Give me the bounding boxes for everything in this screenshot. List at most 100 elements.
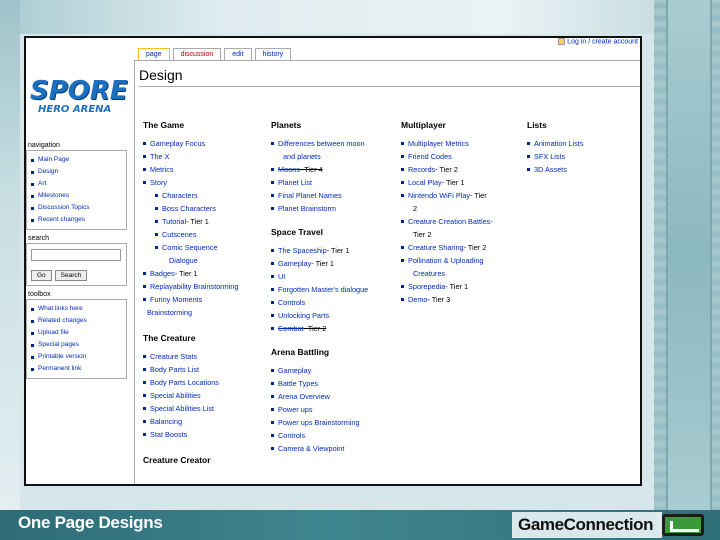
link-combat[interactable]: Combat - Tier 2 [271, 322, 397, 335]
link-friend-codes[interactable]: Friend Codes [401, 150, 523, 163]
link-arena-controls[interactable]: Controls [271, 429, 397, 442]
go-button[interactable]: Go [31, 270, 52, 281]
sidebar-item-label: Art [38, 180, 47, 187]
spore-logo[interactable]: SPORE HERO ARENA [30, 76, 128, 148]
link-pollination-cont[interactable]: Creatures [401, 267, 523, 280]
link-creature-stats[interactable]: Creature Stats [143, 350, 267, 363]
wifi-tier-cont: 2 [413, 204, 418, 213]
link-creature-creation-battles[interactable]: Creature Creation Battles - [401, 215, 523, 228]
link-body-parts-list[interactable]: Body Parts List [143, 363, 267, 376]
heading-lists: Lists [527, 120, 547, 130]
link-power-ups-brainstorming[interactable]: Power ups Brainstorming [271, 416, 397, 429]
sidebar-item-recent-changes[interactable]: Recent changes [31, 214, 124, 226]
link-body-parts-locations[interactable]: Body Parts Locations [143, 376, 267, 389]
link-differences-moon-planets[interactable]: Differences between moon [271, 137, 397, 150]
link-cutscenes[interactable]: Cutscenes [143, 228, 267, 241]
tier-label: - Tier [470, 191, 487, 200]
search-button[interactable]: Search [54, 270, 88, 281]
link-demo[interactable]: Demo - Tier 3 [401, 293, 523, 306]
link-moons[interactable]: Moons - Tier 4 [271, 163, 397, 176]
link-planet-brainstorm[interactable]: Planet Brainstorm [271, 202, 397, 215]
link-gameplay-focus[interactable]: Gameplay Focus [143, 137, 267, 150]
title-divider [139, 86, 640, 87]
sidebar-item-main-page[interactable]: Main Page [31, 154, 124, 166]
link-text: Body Parts Locations [150, 378, 219, 387]
slide-title: One Page Designs [18, 513, 163, 532]
link-differences-cont[interactable]: and planets [271, 150, 397, 163]
sidebar-item-milestones[interactable]: Milestones [31, 190, 124, 202]
link-arena-gameplay[interactable]: Gameplay [271, 364, 397, 377]
link-text: Sporepedia [408, 282, 446, 291]
link-unlocking-parts[interactable]: Unlocking Parts [271, 309, 397, 322]
link-comic-sequence-cont[interactable]: Dialogue [143, 254, 267, 267]
link-records[interactable]: Records - Tier 2 [401, 163, 523, 176]
link-funny-moments-cont[interactable]: Brainstorming [143, 306, 267, 319]
link-animation-lists[interactable]: Animation Lists [527, 137, 637, 150]
toolbox-related-changes[interactable]: Related changes [31, 315, 124, 327]
link-special-abilities[interactable]: Special Abilities [143, 389, 267, 402]
link-the-x[interactable]: The X [143, 150, 267, 163]
toolbox-what-links-here[interactable]: What links here [31, 303, 124, 315]
link-ui[interactable]: UI [271, 270, 397, 283]
bullet-icon [143, 298, 146, 301]
toolbox-printable-version[interactable]: Printable version [31, 351, 124, 363]
link-local-play[interactable]: Local Play - Tier 1 [401, 176, 523, 189]
sidebar-item-label: Main Page [38, 156, 70, 163]
link-balancing[interactable]: Balancing [143, 415, 267, 428]
link-pollination-uploading[interactable]: Pollination & Uploading [401, 254, 523, 267]
link-arena-overview[interactable]: Arena Overview [271, 390, 397, 403]
link-camera-viewpoint[interactable]: Camera & Viewpoint [271, 442, 397, 455]
user-tools[interactable]: Log in / create account [558, 38, 638, 45]
link-sfx-lists[interactable]: SFX Lists [527, 150, 637, 163]
bullet-icon [271, 314, 274, 317]
bullet-icon [271, 181, 274, 184]
link-text: Combat [278, 324, 304, 333]
link-planet-list[interactable]: Planet List [271, 176, 397, 189]
heading-arena-battling: Arena Battling [271, 347, 330, 357]
link-power-ups[interactable]: Power ups [271, 403, 397, 416]
link-stat-boosts[interactable]: Stat Boosts [143, 428, 267, 441]
bullet-icon [271, 262, 274, 265]
toolbox-special-pages[interactable]: Special pages [31, 339, 124, 351]
link-forgotten-masters-dialogue[interactable]: Forgotten Master's dialogue [271, 283, 397, 296]
user-icon [558, 38, 566, 45]
sidebar-item-discussion-topics[interactable]: Discussion Topics [31, 202, 124, 214]
link-text: Multiplayer Metrics [408, 139, 469, 148]
link-tutorial[interactable]: Tutorial - Tier 1 [143, 215, 267, 228]
link-story[interactable]: Story [143, 176, 267, 189]
link-text: Balancing [150, 417, 183, 426]
login-link[interactable]: Log in / create account [567, 38, 638, 45]
bullet-icon [31, 355, 34, 359]
link-comic-sequence[interactable]: Comic Sequence [143, 241, 267, 254]
link-text: Tutorial [162, 217, 187, 226]
link-funny-moments[interactable]: Funny Moments [143, 293, 267, 306]
sidebar-item-design[interactable]: Design [31, 166, 124, 178]
link-battle-types[interactable]: Battle Types [271, 377, 397, 390]
sidebar-item-art[interactable]: Art [31, 178, 124, 190]
toolbox-label: Printable version [38, 353, 87, 360]
link-the-spaceship[interactable]: The Spaceship - Tier 1 [271, 244, 397, 257]
toolbox-upload-file[interactable]: Upload file [31, 327, 124, 339]
link-3d-assets[interactable]: 3D Assets [527, 163, 637, 176]
link-special-abilities-list[interactable]: Special Abilities List [143, 402, 267, 415]
link-sporepedia[interactable]: Sporepedia - Tier 1 [401, 280, 523, 293]
link-creature-sharing[interactable]: Creature Sharing - Tier 2 [401, 241, 523, 254]
link-boss-characters[interactable]: Boss Characters [143, 202, 267, 215]
toolbox-label: Permanent link [38, 365, 82, 372]
link-text: Creature Creation Battles [408, 217, 491, 226]
link-badges[interactable]: Badges - Tier 1 [143, 267, 267, 280]
tier-label: - Tier 1 [445, 282, 469, 291]
link-nintendo-wifi-play[interactable]: Nintendo WiFi Play - Tier [401, 189, 523, 202]
link-replayability[interactable]: Replayability Brainstorming [143, 280, 267, 293]
link-metrics[interactable]: Metrics [143, 163, 267, 176]
heading-planets: Planets [271, 120, 302, 130]
link-space-gameplay[interactable]: Gameplay - Tier 1 [271, 257, 397, 270]
link-characters[interactable]: Characters [143, 189, 267, 202]
bullet-icon [31, 206, 34, 210]
toolbox-permanent-link[interactable]: Permanent link [31, 363, 124, 375]
bullet-icon [143, 272, 146, 275]
link-multiplayer-metrics[interactable]: Multiplayer Metrics [401, 137, 523, 150]
search-input[interactable] [31, 249, 121, 261]
link-space-controls[interactable]: Controls [271, 296, 397, 309]
link-final-planet-names[interactable]: Final Planet Names [271, 189, 397, 202]
